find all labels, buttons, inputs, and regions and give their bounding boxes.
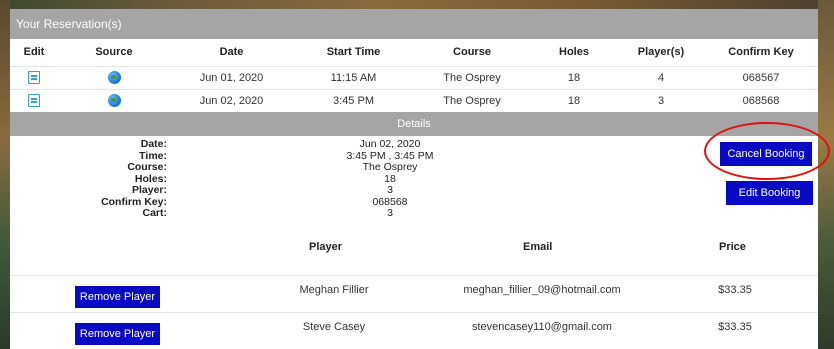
price-column-header: Price bbox=[719, 241, 746, 253]
player-price: $33.35 bbox=[718, 284, 752, 296]
cancel-booking-button[interactable]: Cancel Booking bbox=[720, 142, 812, 166]
edit-icon[interactable] bbox=[28, 71, 40, 84]
remove-player-button[interactable]: Remove Player bbox=[75, 286, 160, 308]
row-players: 4 bbox=[618, 65, 704, 89]
row-players: 3 bbox=[618, 88, 704, 112]
label-course: Course: bbox=[127, 161, 167, 173]
player-email: meghan_fillier_09@hotmail.com bbox=[463, 284, 621, 296]
column-header-players: Player(s) bbox=[637, 46, 685, 59]
table-row: Jun 02, 2020 3:45 PM The Osprey 18 3 068… bbox=[10, 88, 818, 112]
row-holes: 18 bbox=[530, 65, 618, 89]
edit-icon[interactable] bbox=[28, 94, 40, 108]
column-header-source: Source bbox=[95, 46, 133, 59]
details-section: Date: Time: Course: Holes: Player: Confi… bbox=[10, 122, 830, 253]
column-header-edit: Edit bbox=[23, 46, 45, 59]
row-holes: 18 bbox=[530, 88, 618, 112]
background-photo-right bbox=[818, 0, 834, 349]
label-cart: Cart: bbox=[142, 207, 167, 219]
player-price: $33.35 bbox=[718, 321, 752, 333]
row-confirm-key: 068567 bbox=[704, 65, 818, 89]
player-name: Steve Casey bbox=[302, 321, 366, 333]
value-player: 3 bbox=[387, 184, 393, 196]
background-photo-left bbox=[0, 0, 10, 349]
column-header-course: Course bbox=[453, 46, 491, 59]
player-row: Remove Player Steve Casey stevencasey110… bbox=[10, 312, 818, 349]
panel-title: Your Reservation(s) bbox=[10, 9, 818, 39]
table-header-row: Edit Source Date Start Time Course Holes… bbox=[10, 39, 818, 66]
player-row: Remove Player Meghan Fillier meghan_fill… bbox=[10, 275, 818, 312]
remove-player-button[interactable]: Remove Player bbox=[75, 323, 160, 345]
globe-icon bbox=[107, 94, 121, 108]
details-header: Details bbox=[10, 112, 818, 136]
row-confirm-key: 068568 bbox=[704, 88, 818, 112]
label-player: Player: bbox=[131, 184, 167, 196]
details-values: Jun 02, 2020 3:45 PM , 3:45 PM The Ospre… bbox=[290, 138, 490, 220]
column-header-confirm-key: Confirm Key bbox=[728, 46, 794, 59]
row-course: The Osprey bbox=[414, 88, 530, 112]
row-date: Jun 02, 2020 bbox=[170, 88, 293, 112]
value-course: The Osprey bbox=[362, 161, 418, 173]
edit-booking-button[interactable]: Edit Booking bbox=[726, 181, 813, 205]
details-labels: Date: Time: Course: Holes: Player: Confi… bbox=[10, 138, 167, 220]
column-header-date: Date bbox=[219, 46, 244, 59]
row-date: Jun 01, 2020 bbox=[170, 65, 293, 89]
globe-icon bbox=[107, 71, 121, 84]
email-column-header: Email bbox=[523, 241, 553, 253]
reservations-table: Edit Source Date Start Time Course Holes… bbox=[10, 39, 818, 112]
row-course: The Osprey bbox=[414, 65, 530, 89]
value-date: Jun 02, 2020 bbox=[359, 138, 421, 150]
player-email: stevencasey110@gmail.com bbox=[472, 321, 612, 333]
row-start-time: 3:45 PM bbox=[293, 88, 414, 112]
column-header-start-time: Start Time bbox=[326, 46, 381, 59]
reservations-panel: Your Reservation(s) Edit Source Date Sta… bbox=[10, 9, 830, 349]
player-name: Meghan Fillier bbox=[299, 284, 369, 296]
row-start-time: 11:15 AM bbox=[293, 65, 414, 89]
table-row: Jun 01, 2020 11:15 AM The Osprey 18 4 06… bbox=[10, 65, 818, 89]
value-cart: 3 bbox=[387, 207, 393, 219]
label-date: Date: bbox=[140, 138, 167, 150]
column-header-holes: Holes bbox=[559, 46, 589, 59]
player-column-header: Player bbox=[309, 241, 343, 253]
